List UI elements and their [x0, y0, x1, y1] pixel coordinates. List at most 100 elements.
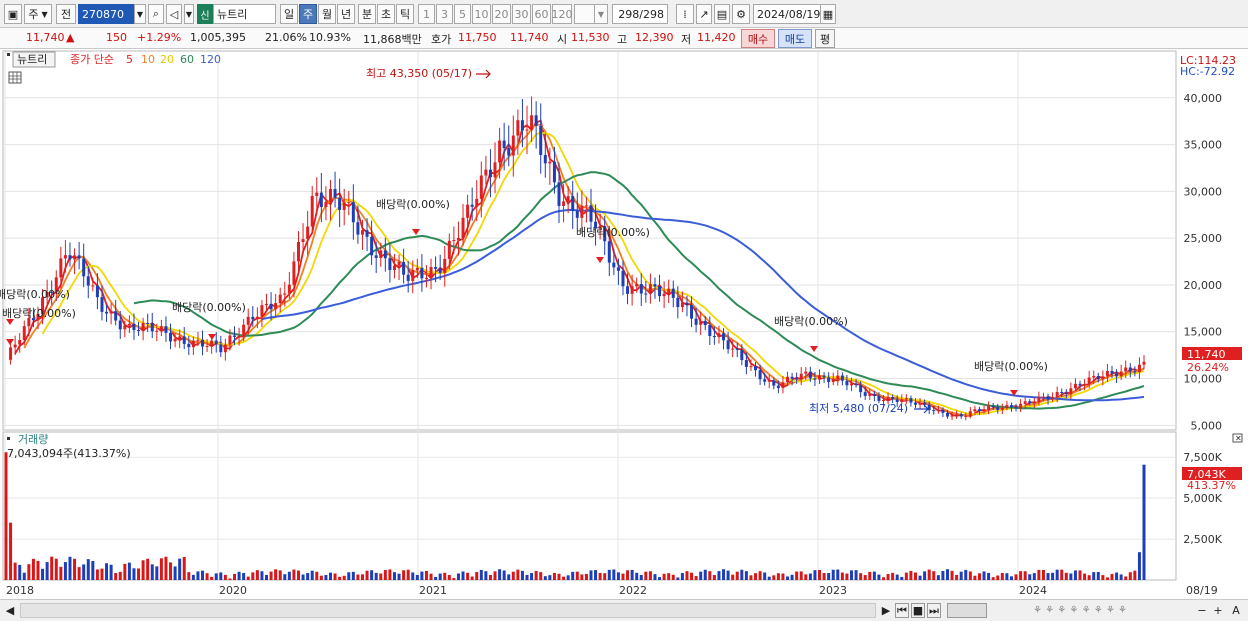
candle-body — [1110, 371, 1114, 374]
tab-second[interactable]: 초 — [377, 4, 395, 24]
candle-body — [105, 311, 109, 314]
candle-body — [452, 240, 456, 242]
volume-bar — [1060, 569, 1064, 580]
volume-bar — [27, 564, 31, 580]
speaker-dropdown-icon[interactable]: ▼ — [184, 4, 194, 24]
scroll-right-icon[interactable]: ▶ — [880, 603, 892, 618]
first-page-icon[interactable]: ⏮ — [895, 603, 909, 618]
volume-bar — [324, 574, 328, 580]
code-dropdown-icon[interactable]: ▼ — [134, 4, 146, 24]
candle-body — [886, 397, 890, 401]
zoom-out-icon[interactable]: − — [1196, 603, 1208, 618]
interval-button[interactable]: 60 — [532, 4, 551, 24]
period-select[interactable]: 주 ▼ — [24, 4, 52, 24]
scroll-left-icon[interactable]: ◀ — [4, 603, 16, 618]
candle-body — [164, 326, 168, 333]
tab-month[interactable]: 월 — [318, 4, 336, 24]
tab-day[interactable]: 일 — [280, 4, 298, 24]
candle-body — [1119, 371, 1123, 377]
candle-body — [977, 409, 981, 412]
buy-button[interactable]: 매수 — [741, 29, 775, 48]
candle-body — [813, 378, 817, 380]
main-toolbar: ▣ 주 ▼ 전 270870 ▼ ⌕ ◁ ▼ 신 뉴트리 일 주 월 년 분 초 … — [0, 0, 1248, 28]
candle-body — [904, 398, 908, 400]
candle-body — [223, 344, 227, 353]
candle-body — [269, 303, 273, 310]
volume-bar — [146, 558, 150, 580]
interval-button[interactable]: 5 — [454, 4, 471, 24]
zoom-in-icon[interactable]: + — [1212, 603, 1224, 618]
calendar-icon[interactable]: ▦ — [820, 4, 836, 24]
hc-label: HC:-72.92 — [1180, 65, 1235, 78]
tab-year[interactable]: 년 — [337, 4, 355, 24]
volume-bar — [132, 568, 136, 580]
volume-bar — [735, 571, 739, 580]
stock-name-field[interactable]: 뉴트리 — [213, 4, 276, 24]
candle-body — [1023, 401, 1027, 404]
zoom-slider[interactable] — [947, 603, 987, 618]
candle-body — [169, 332, 173, 342]
candle-body — [534, 115, 538, 127]
x-axis-end-label: 08/19 — [1186, 584, 1218, 597]
candle-body — [370, 236, 374, 256]
line-tool-icon[interactable]: ↗ — [696, 4, 712, 24]
interval-button[interactable]: 120 — [552, 4, 573, 24]
grid-icon[interactable]: ⁞ — [676, 4, 694, 24]
auto-scale-icon[interactable]: A — [1230, 603, 1242, 618]
candle-body — [242, 324, 246, 337]
candle-body — [356, 222, 360, 235]
volume-bar — [246, 576, 250, 580]
tab-minute[interactable]: 분 — [358, 4, 376, 24]
date-field[interactable]: 2024/08/19 — [753, 4, 821, 24]
search-icon[interactable]: ⌕ — [148, 4, 164, 24]
candle-body — [676, 297, 680, 308]
volume-bar — [680, 573, 684, 580]
table-icon[interactable] — [8, 71, 22, 84]
candle-body — [1000, 407, 1004, 410]
interval-dropdown-icon[interactable]: ▼ — [594, 4, 608, 24]
volume-bar — [251, 572, 255, 580]
horizontal-scrollbar[interactable] — [20, 603, 876, 618]
volume-bar — [498, 569, 502, 580]
tab-tick[interactable]: 틱 — [396, 4, 414, 24]
stock-code-input[interactable]: 270870 — [78, 4, 136, 24]
interval-button[interactable]: 3 — [436, 4, 453, 24]
stop-icon[interactable]: ■ — [911, 603, 925, 618]
price-chart[interactable]: 최고 43,350 (05/17) 최저 5,480 (07/24) 배당락(0.0… — [0, 49, 1248, 599]
save-icon[interactable]: ▤ — [714, 4, 730, 24]
volume-bar — [178, 558, 182, 580]
volume-bar — [626, 570, 630, 580]
bar-count-field[interactable]: 298/298 — [612, 4, 668, 24]
volume-bar — [415, 574, 419, 580]
gear-icon[interactable]: ⚙ — [732, 4, 750, 24]
candle-body — [566, 196, 570, 202]
interval-button[interactable]: 1 — [418, 4, 435, 24]
volume-bar — [909, 570, 913, 580]
volume-bar — [169, 562, 173, 580]
volume-bar — [1073, 570, 1077, 580]
candle-body — [1083, 383, 1087, 386]
volume-bar — [662, 573, 666, 580]
volume-bar — [708, 571, 712, 580]
volume-bar — [196, 571, 200, 580]
candle-body — [662, 293, 666, 297]
volume-bar — [959, 571, 963, 580]
last-page-icon[interactable]: ⏭ — [927, 603, 941, 618]
prev-button[interactable]: 전 — [56, 4, 76, 24]
chart-canvas[interactable]: 최고 43,350 (05/17) 최저 5,480 (07/24) 배당락(0.0… — [0, 49, 1248, 599]
interval-button[interactable]: 30 — [512, 4, 531, 24]
tab-week[interactable]: 주 — [299, 4, 317, 24]
interval-button[interactable]: 20 — [492, 4, 511, 24]
candle-body — [973, 409, 977, 412]
drawing-tools-icon[interactable]: ⚘ ⚘ ⚘ ⚘ ⚘ ⚘ ⚘ ⚘ — [990, 603, 1170, 618]
candle-body — [511, 135, 515, 156]
interval-button[interactable]: 10 — [472, 4, 491, 24]
evaluate-button[interactable]: 평 — [815, 29, 835, 48]
speaker-icon[interactable]: ◁ — [166, 4, 182, 24]
sell-button[interactable]: 매도 — [778, 29, 812, 48]
candle-body — [548, 161, 552, 164]
candle-body — [86, 276, 90, 286]
window-menu-icon[interactable]: ▣ — [4, 4, 22, 24]
volume-bar — [530, 573, 534, 580]
volume-bar — [242, 572, 246, 580]
